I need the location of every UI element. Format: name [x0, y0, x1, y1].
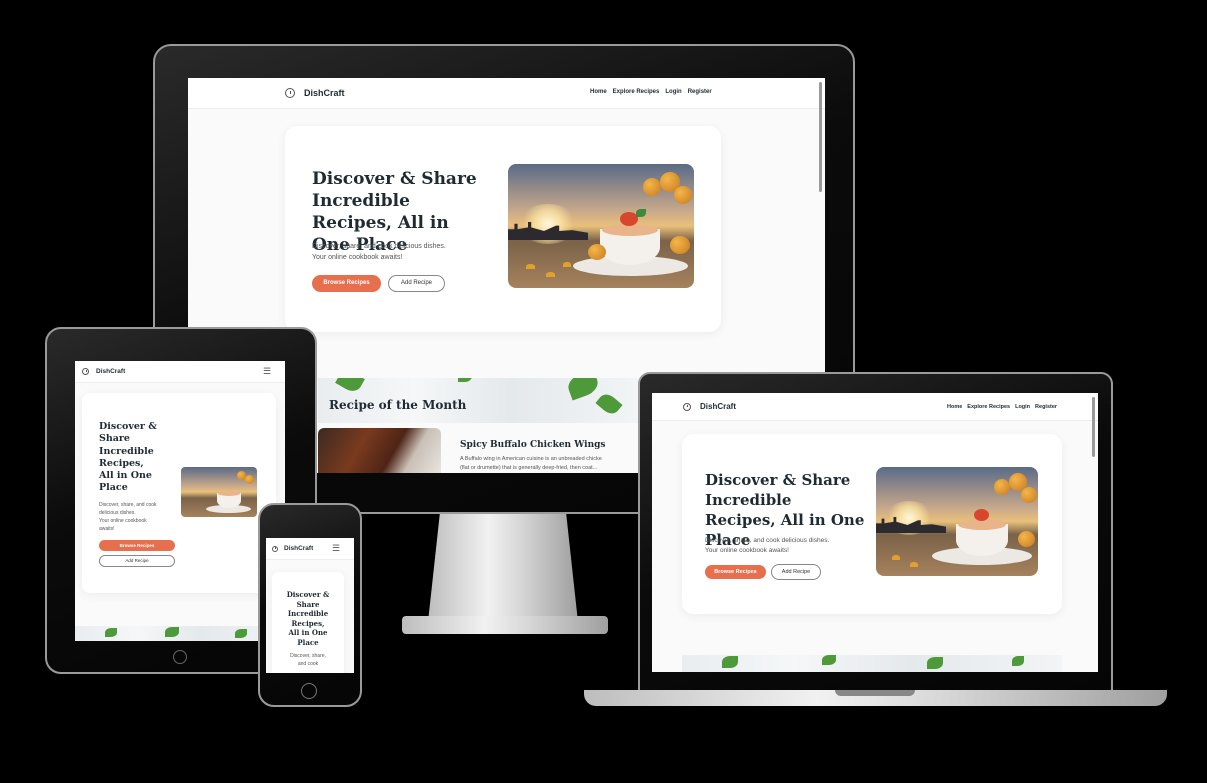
- tablet-hero-card: Discover & Share Incredible Recipes, All in…: [82, 393, 276, 593]
- laptop-notch: [835, 690, 915, 696]
- desktop-navbar: DishCraft Home Explore Recipes Login Reg…: [188, 78, 825, 109]
- laptop-herb-banner: [682, 655, 1062, 672]
- tablet-navbar: DishCraft ☰: [75, 361, 285, 383]
- logo-icon: [272, 545, 278, 552]
- hero-card: Discover & Share Incredible Recipes, All…: [285, 126, 721, 332]
- recipe-image[interactable]: [318, 428, 441, 473]
- tablet-home-button: [173, 650, 187, 664]
- nav-login[interactable]: Login: [665, 89, 681, 95]
- laptop-food-image: [876, 467, 1038, 576]
- hero-subtitle: Discover, share, and cook delicious dish…: [312, 243, 446, 261]
- phone-hero-subtitle: Discover, share, and cook: [290, 653, 326, 667]
- hamburger-menu-icon[interactable]: ☰: [332, 543, 340, 554]
- phone-home-button: [301, 683, 317, 699]
- recipe-of-month-heading: Recipe of the Month: [329, 398, 467, 412]
- tablet-hero-subtitle: Discover, share, and cook delicious dishe…: [99, 502, 157, 532]
- recipe-name[interactable]: Spicy Buffalo Chicken Wings: [460, 440, 606, 450]
- phone-screen: DishCraft ☰ Discover & Share Incredible Re…: [266, 538, 354, 673]
- nav-register[interactable]: Register: [1035, 404, 1057, 410]
- browse-recipes-button[interactable]: Browse Recipes: [705, 565, 766, 579]
- scrollbar[interactable]: [819, 82, 822, 192]
- hero-food-image: [508, 164, 694, 288]
- phone-hero-title: Discover & Share Incredible Recipes, All in…: [286, 590, 330, 647]
- nav-home[interactable]: Home: [590, 89, 607, 95]
- recipe-description: A Buffalo wing in American cuisine is an…: [460, 456, 602, 471]
- hamburger-menu-icon[interactable]: ☰: [263, 366, 271, 377]
- brand-name[interactable]: DishCraft: [284, 545, 313, 552]
- logo-icon: [82, 368, 89, 375]
- phone-navbar: DishCraft ☰: [266, 538, 354, 560]
- nav-login[interactable]: Login: [1015, 404, 1030, 410]
- phone-hero-card: Discover & Share Incredible Recipes, All in…: [272, 572, 344, 673]
- add-recipe-button[interactable]: Add Recipe: [771, 564, 821, 580]
- add-recipe-button[interactable]: Add Recipe: [99, 555, 175, 567]
- scrollbar[interactable]: [1092, 397, 1095, 457]
- brand-name[interactable]: DishCraft: [700, 402, 736, 411]
- nav-home[interactable]: Home: [947, 404, 962, 410]
- nav-register[interactable]: Register: [688, 89, 712, 95]
- tablet-screen: DishCraft ☰ Discover & Share Incredible Re…: [75, 361, 285, 641]
- laptop-screen: DishCraft Home Explore Recipes Login Reg…: [652, 393, 1098, 672]
- laptop-navbar: DishCraft Home Explore Recipes Login Reg…: [652, 393, 1098, 421]
- logo-icon: [683, 402, 691, 411]
- brand-name[interactable]: DishCraft: [304, 88, 345, 98]
- recipe-of-month-banner: Recipe of the Month: [318, 378, 638, 423]
- tablet-hero-title: Discover & Share Incredible Recipes, All in…: [99, 421, 157, 494]
- browse-recipes-button[interactable]: Browse Recipes: [312, 275, 381, 292]
- add-recipe-button[interactable]: Add Recipe: [388, 275, 445, 292]
- browse-recipes-button[interactable]: Browse Recipes: [99, 540, 175, 551]
- brand-name[interactable]: DishCraft: [96, 368, 125, 375]
- nav-explore[interactable]: Explore Recipes: [613, 89, 660, 95]
- laptop-hero-subtitle: Discover, share, and cook delicious dish…: [705, 537, 830, 554]
- monitor-stand-base: [402, 616, 608, 634]
- monitor-stand-neck: [428, 512, 578, 622]
- tablet-herb-banner: [75, 626, 285, 641]
- logo-icon: [285, 88, 295, 98]
- laptop-hero-card: Discover & Share Incredible Recipes, All…: [682, 434, 1062, 614]
- nav-explore[interactable]: Explore Recipes: [967, 404, 1010, 410]
- tablet-food-image: [181, 467, 257, 517]
